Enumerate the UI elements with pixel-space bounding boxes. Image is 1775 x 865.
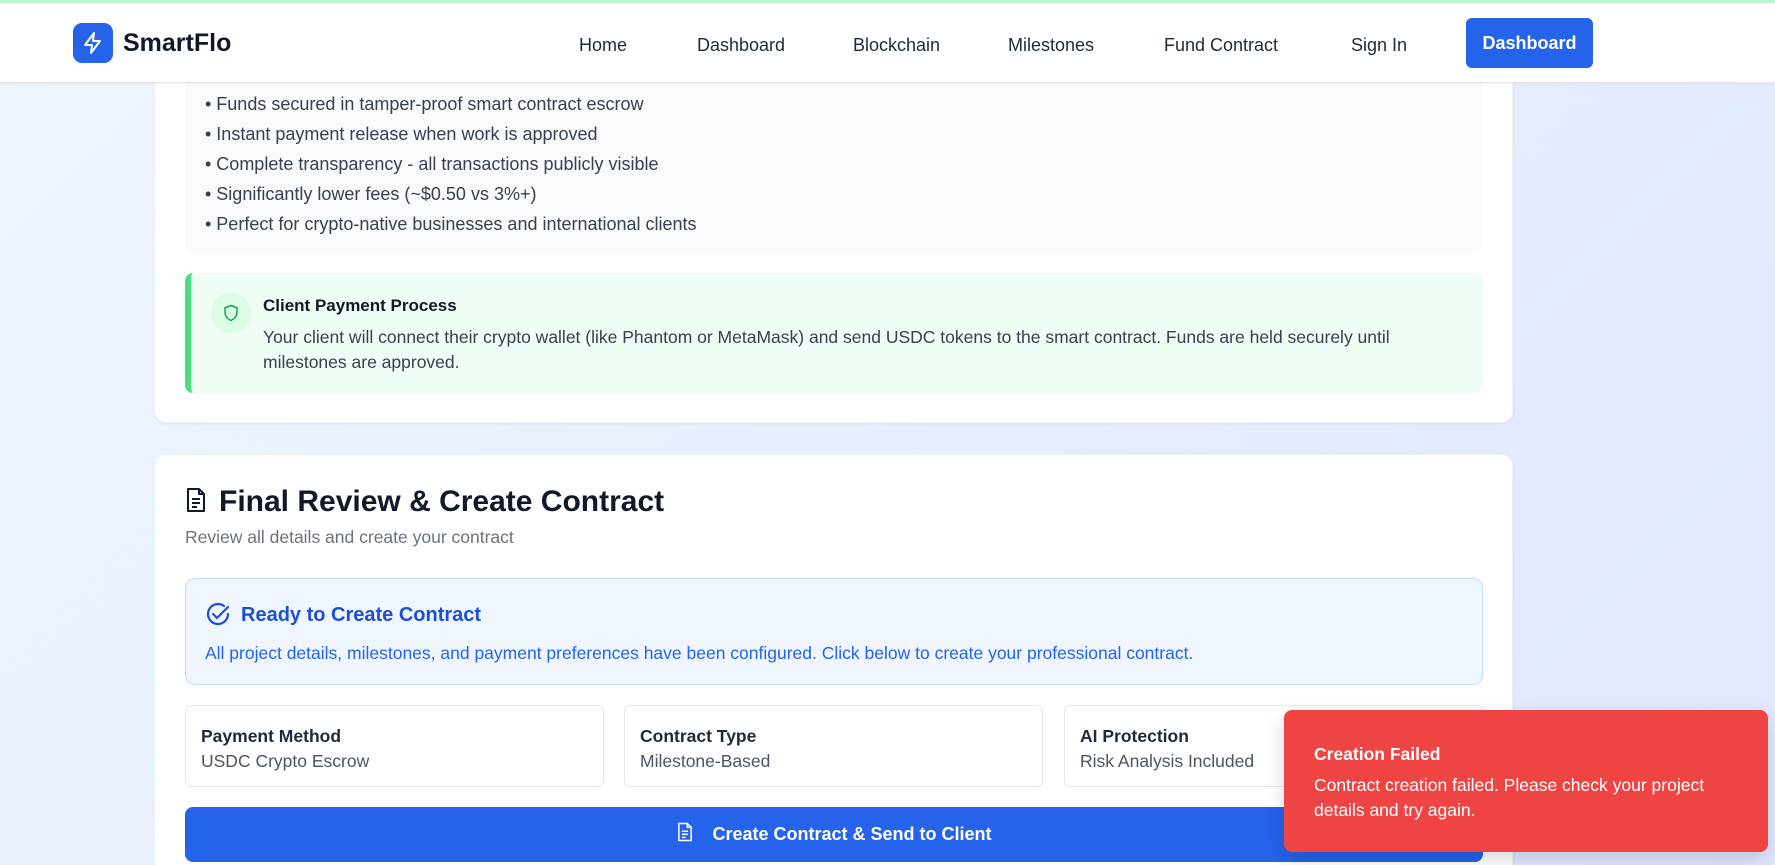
process-description: Your client will connect their crypto wa… (263, 327, 1390, 372)
toast-message: Contract creation failed. Please check y… (1314, 775, 1705, 820)
crypto-payment-card: • Funds secured in tamper-proof smart co… (154, 40, 1513, 423)
benefit-item: • Complete transparency - all transactio… (205, 154, 659, 174)
contract-type-tile: Contract Type Milestone-Based (624, 705, 1043, 787)
error-toast[interactable]: Creation Failed Contract creation failed… (1284, 710, 1768, 852)
tile-value: Milestone-Based (640, 751, 771, 771)
lightning-icon (73, 23, 113, 63)
toast-title: Creation Failed (1314, 744, 1441, 764)
nav-fund-contract[interactable]: Fund Contract (1164, 35, 1278, 56)
review-title: Final Review & Create Contract (219, 485, 665, 518)
nav-blockchain[interactable]: Blockchain (853, 35, 940, 56)
process-title: Client Payment Process (263, 296, 457, 315)
nav-dashboard[interactable]: Dashboard (697, 35, 785, 56)
tile-label: Payment Method (201, 726, 342, 746)
nav-milestones[interactable]: Milestones (1008, 35, 1094, 56)
nav-home[interactable]: Home (579, 35, 627, 56)
benefit-item: • Perfect for crypto-native businesses a… (205, 214, 697, 234)
dashboard-button[interactable]: Dashboard (1466, 18, 1593, 68)
document-icon (676, 822, 694, 847)
ready-description: All project details, milestones, and pay… (205, 643, 1194, 663)
ready-to-create-box: Ready to Create Contract All project det… (185, 578, 1483, 685)
review-subtitle: Review all details and create your contr… (185, 527, 514, 547)
benefit-item: • Funds secured in tamper-proof smart co… (205, 94, 644, 114)
create-contract-label: Create Contract & Send to Client (712, 824, 992, 844)
client-payment-process-box: Client Payment Process Your client will … (185, 273, 1483, 393)
check-circle-icon (205, 602, 231, 633)
document-icon (185, 487, 207, 518)
benefit-item: • Instant payment release when work is a… (205, 124, 598, 144)
tile-label: Contract Type (640, 726, 757, 746)
brand-logo[interactable]: SmartFlo (73, 23, 231, 63)
shield-icon (211, 293, 251, 333)
ready-title: Ready to Create Contract (241, 604, 482, 626)
tile-value: USDC Crypto Escrow (201, 751, 370, 771)
top-navbar: SmartFlo Home Dashboard Blockchain Miles… (0, 3, 1775, 83)
brand-name: SmartFlo (123, 28, 232, 57)
payment-method-tile: Payment Method USDC Crypto Escrow (185, 705, 604, 787)
nav-sign-in[interactable]: Sign In (1351, 35, 1407, 56)
benefit-item: • Significantly lower fees (~$0.50 vs 3%… (205, 184, 537, 204)
